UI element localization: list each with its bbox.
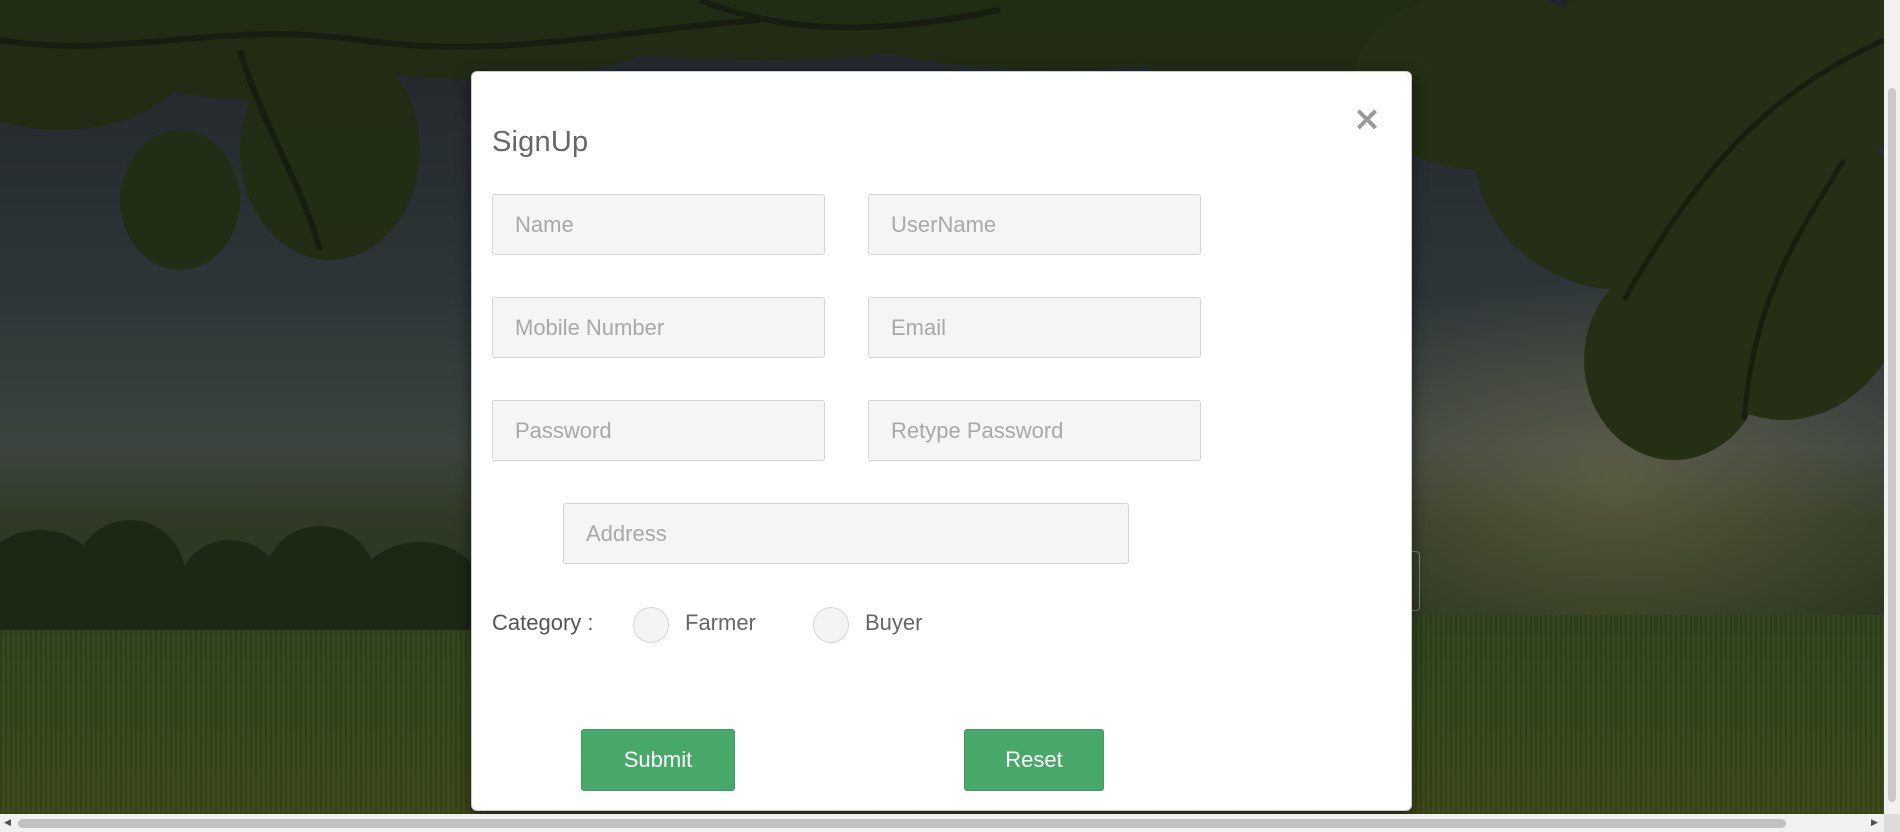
chevron-left-icon[interactable]: ◀ [4, 818, 11, 827]
email-input[interactable] [868, 297, 1201, 358]
farmer-radio-label[interactable]: Farmer [685, 610, 756, 636]
category-label: Category : [492, 610, 594, 635]
submit-button[interactable]: Submit [581, 729, 735, 791]
address-input[interactable] [563, 503, 1129, 564]
vertical-scroll-thumb[interactable] [1888, 88, 1896, 802]
reset-button[interactable]: Reset [964, 729, 1104, 791]
scrollbar-corner [1884, 814, 1900, 832]
farmer-radio[interactable] [633, 607, 669, 643]
username-input[interactable] [868, 194, 1201, 255]
close-icon[interactable]: × [1350, 102, 1384, 136]
chevron-right-icon[interactable]: ▶ [1871, 818, 1878, 827]
vertical-scrollbar[interactable] [1884, 0, 1900, 814]
horizontal-scroll-thumb[interactable] [18, 819, 1786, 828]
buyer-radio-label[interactable]: Buyer [865, 610, 922, 636]
horizontal-scrollbar[interactable]: ◀ ▶ [0, 814, 1884, 832]
name-input[interactable] [492, 194, 825, 255]
password-input[interactable] [492, 400, 825, 461]
mobile-number-input[interactable] [492, 297, 825, 358]
buyer-radio[interactable] [813, 607, 849, 643]
signup-modal: × SignUp Category : Farmer Buyer Submit … [471, 71, 1412, 811]
retype-password-input[interactable] [868, 400, 1201, 461]
modal-title: SignUp [492, 126, 589, 158]
